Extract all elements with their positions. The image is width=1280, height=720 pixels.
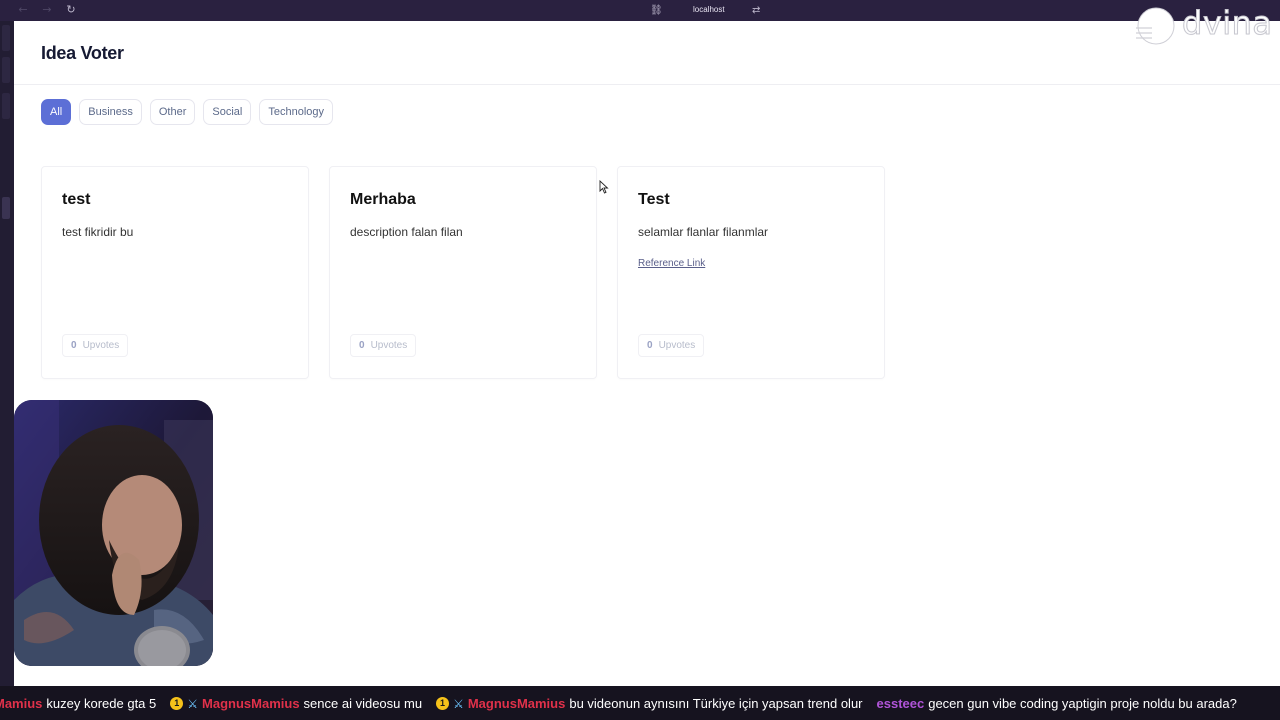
chat-ticker-track: Mamius kuzey korede gta 5 1 ⚔ MagnusMami… xyxy=(0,696,1251,711)
badge-icon: 1 xyxy=(170,697,184,710)
idea-card: Merhaba description falan filan 0 Upvote… xyxy=(329,166,597,379)
chat-text: kuzey korede gta 5 xyxy=(46,696,157,711)
filter-all[interactable]: All xyxy=(41,99,72,125)
reload-icon[interactable]: ↻ xyxy=(64,3,78,17)
upvote-button[interactable]: 0 Upvotes xyxy=(62,334,129,357)
rail-item[interactable] xyxy=(2,57,10,83)
rail-item[interactable] xyxy=(2,197,10,219)
settings-sliders-icon[interactable]: ⇄ xyxy=(752,3,766,18)
upvote-count: 0 xyxy=(71,340,77,351)
webcam-overlay xyxy=(14,400,213,666)
chat-username: MagnusMamius xyxy=(467,696,566,711)
streamer-webcam-image xyxy=(14,400,213,666)
dvina-logo: dvina xyxy=(1134,4,1274,46)
rail-item[interactable] xyxy=(2,93,10,119)
idea-card: Test selamlar flanlar filanmlar Referenc… xyxy=(617,166,885,379)
filter-business[interactable]: Business xyxy=(79,99,142,125)
reference-link[interactable]: Reference Link xyxy=(638,258,705,269)
idea-description: test fikridir bu xyxy=(62,225,134,239)
chat-message: 1 ⚔ MagnusMamius bu videonun aynısını Tü… xyxy=(436,696,863,711)
chat-ticker: Mamius kuzey korede gta 5 1 ⚔ MagnusMami… xyxy=(0,686,1280,720)
chat-username: MagnusMamius xyxy=(202,696,300,711)
sword-icon: ⚔ xyxy=(187,696,199,711)
page-title: Idea Voter xyxy=(41,43,124,63)
idea-description: selamlar flanlar filanmlar xyxy=(638,225,769,239)
rail-item[interactable] xyxy=(2,25,10,51)
idea-title: Test xyxy=(638,191,670,208)
category-filters: All Business Other Social Technology xyxy=(41,99,334,125)
sword-icon: ⚔ xyxy=(453,696,464,711)
chat-username: essteec xyxy=(876,696,925,711)
chat-username: Mamius xyxy=(0,696,43,711)
badge-icon: 1 xyxy=(436,697,450,710)
upvote-label: Upvotes xyxy=(82,340,120,351)
chat-message: 1 ⚔ MagnusMamius sence ai videosu mu xyxy=(170,696,422,711)
browser-toolbar: ← → ↻ ⛓ localhost ⇄ xyxy=(0,0,1280,21)
arrow-right-icon[interactable]: → xyxy=(40,3,54,17)
idea-title: test xyxy=(62,191,91,208)
url-text[interactable]: localhost xyxy=(693,5,725,14)
mouse-cursor-icon xyxy=(599,180,609,194)
left-sidebar-rail xyxy=(0,21,14,686)
upvote-count: 0 xyxy=(647,340,653,351)
filter-technology[interactable]: Technology xyxy=(259,99,334,125)
idea-card: test test fikridir bu 0 Upvotes xyxy=(41,166,309,379)
app-header: Idea Voter xyxy=(14,21,1280,85)
idea-title: Merhaba xyxy=(350,191,416,208)
chat-message: Mamius kuzey korede gta 5 xyxy=(0,696,156,711)
dvina-logo-icon xyxy=(1136,7,1175,45)
upvote-count: 0 xyxy=(359,340,365,351)
upvote-label: Upvotes xyxy=(370,340,408,351)
upvote-button[interactable]: 0 Upvotes xyxy=(638,334,705,357)
filter-other[interactable]: Other xyxy=(149,99,196,125)
upvote-button[interactable]: 0 Upvotes xyxy=(350,334,417,357)
link-icon: ⛓ xyxy=(650,5,663,16)
filter-social[interactable]: Social xyxy=(203,99,252,125)
chat-message: essteec gecen gun vibe coding yaptigin p… xyxy=(877,696,1237,711)
logo-text: dvina xyxy=(1182,4,1273,43)
idea-description: description falan filan xyxy=(350,225,463,239)
upvote-label: Upvotes xyxy=(658,340,696,351)
chat-text: bu videonun aynısını Türkiye için yapsan… xyxy=(569,696,863,711)
chat-text: sence ai videosu mu xyxy=(303,696,423,711)
arrow-left-icon[interactable]: ← xyxy=(16,3,30,17)
address-bar[interactable]: ⛓ localhost ⇄ xyxy=(650,3,770,18)
chat-text: gecen gun vibe coding yaptigin proje nol… xyxy=(928,696,1237,711)
